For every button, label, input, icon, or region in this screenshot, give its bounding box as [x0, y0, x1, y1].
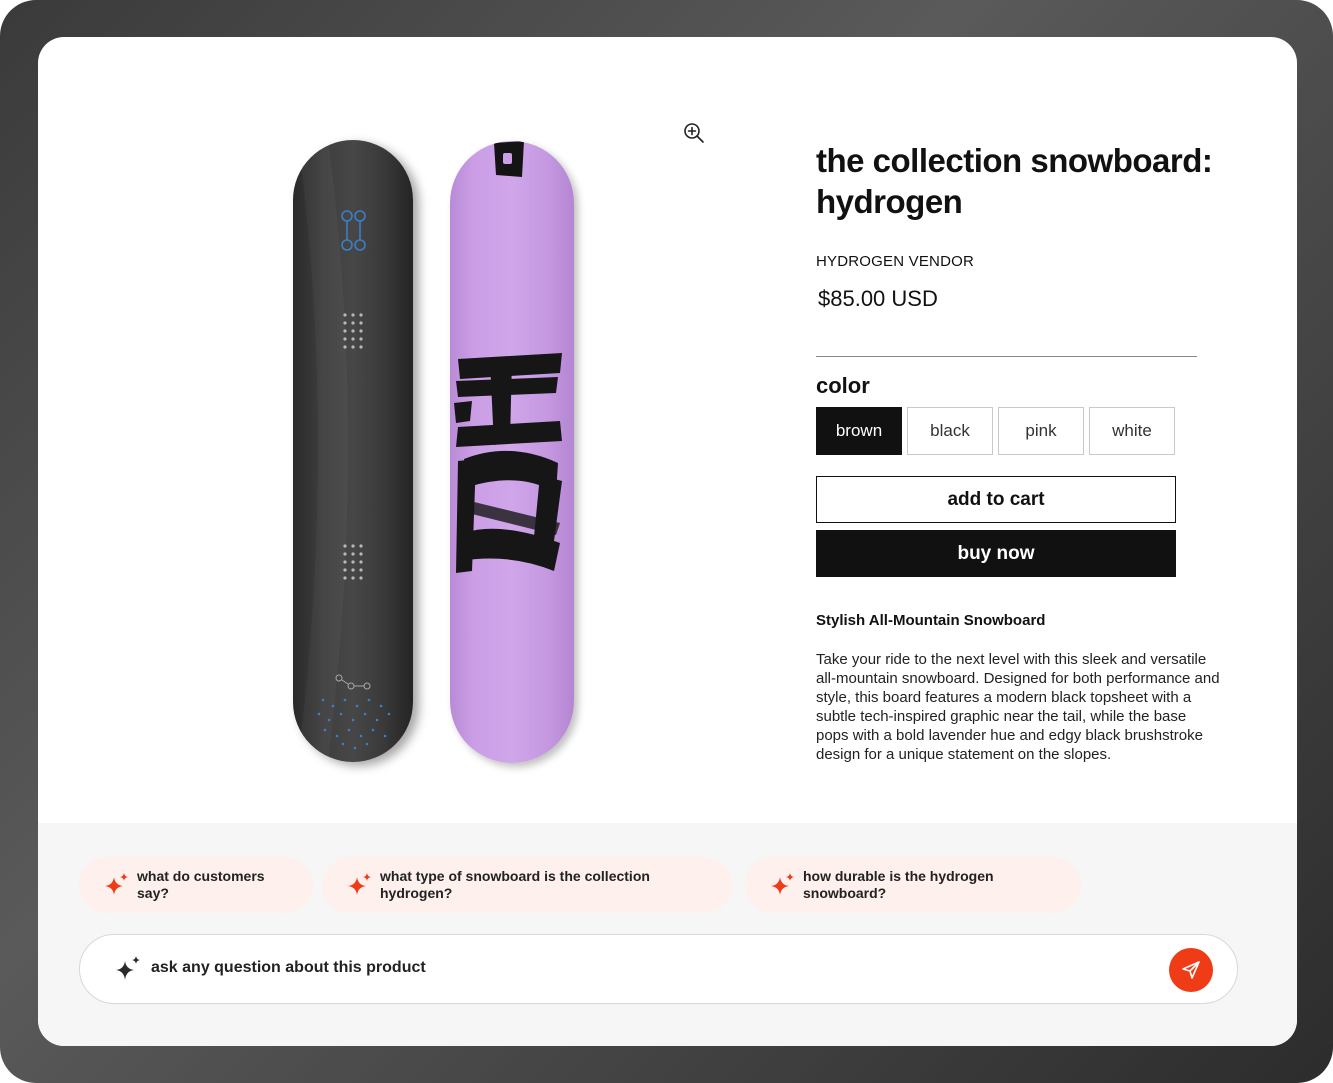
- product-price: $85.00 USD: [818, 286, 938, 311]
- device-frame: the collection snowboard: hydrogen HYDRO…: [0, 0, 1333, 1083]
- product-assistant: what do customers say? what type of snow…: [38, 823, 1297, 1046]
- ask-input-placeholder: ask any question about this product: [151, 959, 426, 976]
- send-button[interactable]: [1169, 948, 1213, 992]
- ask-question-input[interactable]: ask any question about this product: [79, 934, 1238, 1004]
- color-label: color: [816, 373, 870, 398]
- add-to-cart-button[interactable]: add to cart: [816, 476, 1176, 523]
- color-options: brown black pink white: [816, 407, 1175, 455]
- snowboard-base-image: [450, 141, 574, 763]
- product-vendor: HYDROGEN VENDOR: [816, 253, 975, 270]
- color-option-brown[interactable]: brown: [816, 407, 902, 455]
- color-option-white[interactable]: white: [1089, 407, 1175, 455]
- divider: [816, 356, 1197, 357]
- color-option-pink[interactable]: pink: [998, 407, 1084, 455]
- zoom-in-icon: [684, 123, 704, 143]
- suggestion-chip-type[interactable]: what type of snowboard is the collection…: [322, 857, 732, 913]
- sparkle-icon: [116, 956, 140, 980]
- suggestion-chip-durability[interactable]: how durable is the hydrogen snowboard?: [745, 857, 1081, 913]
- buy-now-button[interactable]: buy now: [816, 530, 1176, 577]
- product-title: the collection snowboard: hydrogen: [816, 142, 1213, 220]
- color-option-black[interactable]: black: [907, 407, 993, 455]
- snowboard-topsheet-image: [293, 140, 413, 762]
- product-page: the collection snowboard: hydrogen HYDRO…: [38, 37, 1297, 1046]
- sparkle-icon: [348, 873, 371, 895]
- sparkle-icon: [105, 873, 128, 895]
- description-title: Stylish All-Mountain Snowboard: [816, 612, 1046, 629]
- send-icon: [1182, 961, 1200, 979]
- zoom-in-button[interactable]: [682, 121, 706, 145]
- suggestion-text: what do customers say?: [137, 868, 265, 901]
- suggestion-chip-customers[interactable]: what do customers say?: [79, 857, 313, 913]
- suggestion-text: how durable is the hydrogen snowboard?: [803, 868, 994, 901]
- product-description: Take your ride to the next level with th…: [816, 651, 1220, 763]
- sparkle-icon: [771, 873, 794, 895]
- suggestion-text: what type of snowboard is the collection…: [380, 868, 650, 901]
